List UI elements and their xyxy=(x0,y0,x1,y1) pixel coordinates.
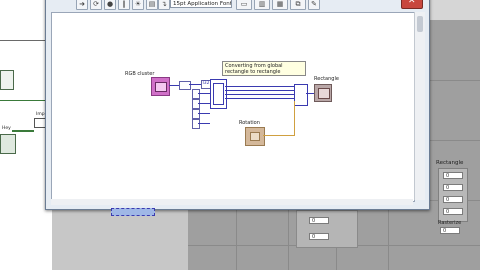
cluster-control[interactable]: 0 0 xyxy=(296,210,358,248)
wire xyxy=(198,123,210,124)
block-diagram-window[interactable]: ➜ ⟳ ● ‖ ☀ ▤ ↴ 15pt Application Font ▭ ▥ … xyxy=(45,0,430,210)
font-select[interactable]: 15pt Application Font xyxy=(170,0,232,8)
wire xyxy=(225,94,295,95)
left-node-2 xyxy=(0,134,16,154)
rotation-label: Rotation xyxy=(239,120,260,126)
fp-rectangle-field[interactable]: 0 xyxy=(443,172,463,179)
run-arrow-icon[interactable]: ➜ xyxy=(76,0,88,10)
fp-rectangle-cluster: 0 0 0 0 xyxy=(438,168,468,222)
wire xyxy=(198,113,210,114)
fp-rectangle-field[interactable]: 0 xyxy=(443,184,463,191)
numeric-terminal[interactable] xyxy=(192,99,200,109)
highlight-icon[interactable]: ☀ xyxy=(132,0,144,10)
pause-icon[interactable]: ‖ xyxy=(118,0,130,10)
wire xyxy=(225,90,295,91)
cluster-field-2[interactable]: 0 xyxy=(309,233,329,240)
left-wire-green-2 xyxy=(12,130,34,132)
fp-rasterize-field[interactable]: 0 xyxy=(440,227,460,234)
vertical-scrollbar[interactable] xyxy=(414,12,425,200)
wire xyxy=(189,84,201,85)
close-icon: ✕ xyxy=(408,0,416,6)
rectangle-label: Rectangle xyxy=(314,76,339,82)
align-icon[interactable]: ▭ xyxy=(236,0,252,10)
left-node xyxy=(0,70,14,90)
orange-wire xyxy=(294,101,295,136)
orange-wire xyxy=(263,135,294,136)
rectangle-icon xyxy=(318,88,330,99)
wire xyxy=(225,86,295,87)
wire xyxy=(225,98,295,99)
retain-wire-icon[interactable]: ▤ xyxy=(146,0,158,10)
horizontal-scrollbar[interactable] xyxy=(51,199,413,205)
resize-icon[interactable]: ▦ xyxy=(272,0,288,10)
fp-rasterize-label: Rasterize xyxy=(438,220,462,226)
tooltip-text: Converting from global rectangle to rect… xyxy=(225,63,283,75)
cluster-icon xyxy=(155,82,167,92)
tooltip: Converting from global rectangle to rect… xyxy=(222,61,306,76)
i32-text: I32 xyxy=(202,81,210,86)
close-button[interactable]: ✕ xyxy=(401,0,423,9)
wire xyxy=(198,103,210,104)
wire xyxy=(306,93,314,94)
numeric-terminal[interactable] xyxy=(192,109,200,119)
fp-rectangle-field[interactable]: 0 xyxy=(443,196,463,203)
run-continuous-icon[interactable]: ⟳ xyxy=(90,0,102,10)
cleanup-icon[interactable]: ✎ xyxy=(308,0,320,10)
wire xyxy=(169,85,179,86)
fp-rectangle-label: Rectangle xyxy=(436,160,464,166)
wire xyxy=(198,93,210,94)
step-icon[interactable]: ↴ xyxy=(158,0,170,10)
reorder-icon[interactable]: ⧉ xyxy=(290,0,306,10)
distribute-icon[interactable]: ▥ xyxy=(254,0,270,10)
font-select-label: 15pt Application Font xyxy=(173,1,232,7)
rgb-cluster-terminal[interactable] xyxy=(151,77,170,96)
rectangle-terminal[interactable] xyxy=(314,84,332,102)
fp-rectangle-field[interactable]: 0 xyxy=(443,208,463,215)
scroll-thumb[interactable] xyxy=(417,16,423,32)
numeric-terminal[interactable] xyxy=(192,89,200,99)
left-label-b: Hey xyxy=(2,126,11,131)
numeric-terminal[interactable] xyxy=(192,119,200,129)
rotation-icon xyxy=(250,132,260,141)
conversion-node-body xyxy=(213,83,224,105)
unbundle-node[interactable] xyxy=(179,81,191,90)
left-label-a: Imp xyxy=(36,112,45,117)
cluster-field-1[interactable]: 0 xyxy=(309,217,329,224)
rgb-cluster-label: RGB cluster xyxy=(125,71,155,77)
selection-rect xyxy=(111,208,155,216)
abort-icon[interactable]: ● xyxy=(104,0,116,10)
rotation-terminal[interactable] xyxy=(245,127,265,146)
bundle-node[interactable] xyxy=(294,84,308,106)
diagram-canvas[interactable]: RGB cluster I32 Converting from global r… xyxy=(51,12,415,202)
